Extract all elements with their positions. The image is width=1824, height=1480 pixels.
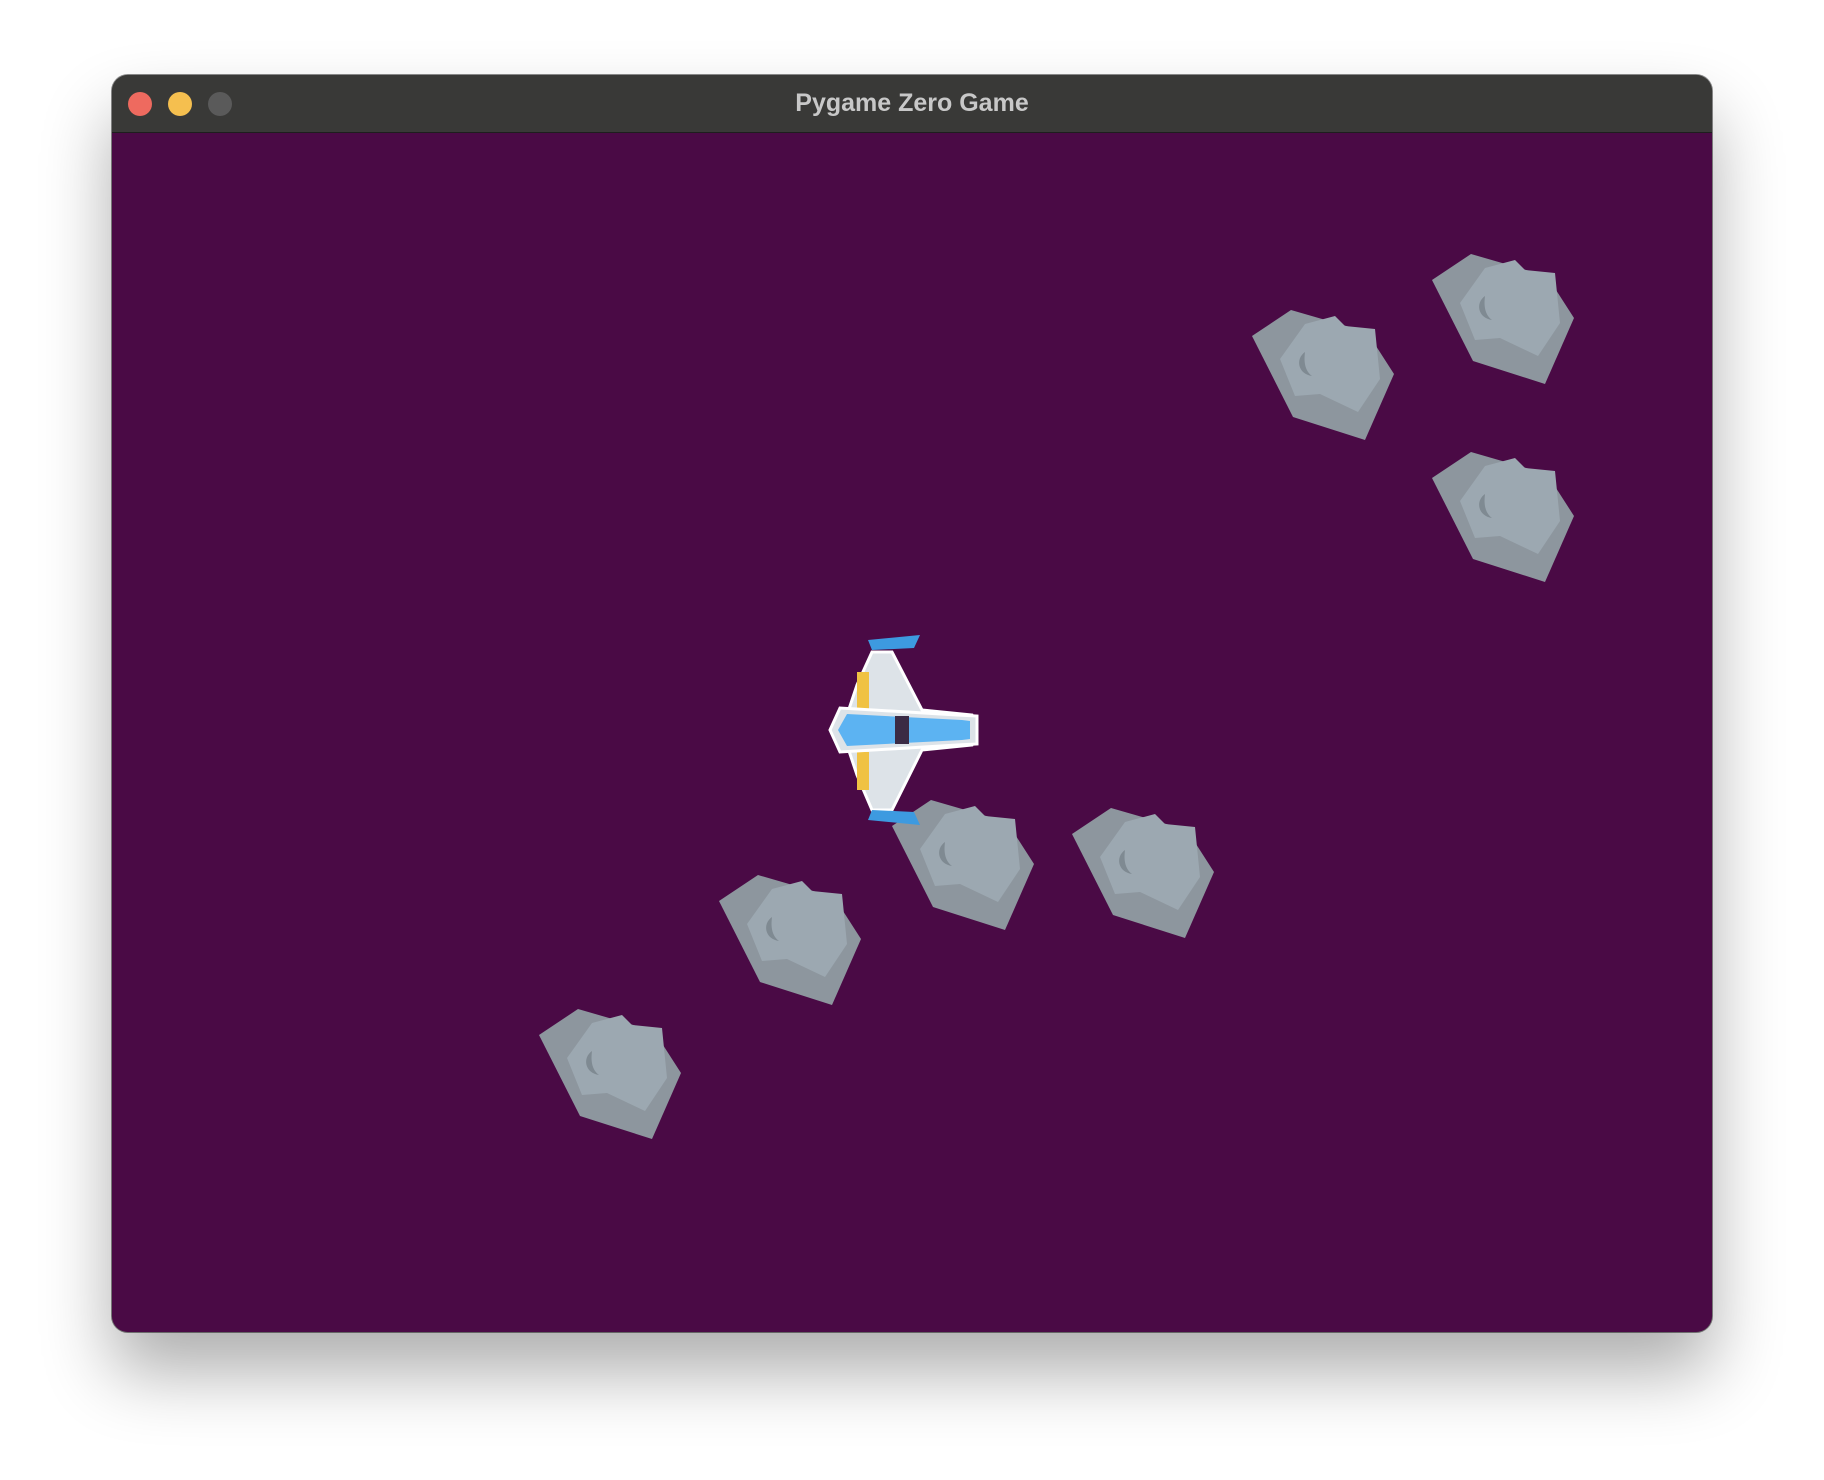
title-bar[interactable]: Pygame Zero Game bbox=[112, 75, 1712, 133]
game-window: Pygame Zero Game bbox=[112, 75, 1712, 1332]
game-canvas[interactable] bbox=[112, 133, 1712, 1332]
window-title: Pygame Zero Game bbox=[795, 89, 1029, 117]
